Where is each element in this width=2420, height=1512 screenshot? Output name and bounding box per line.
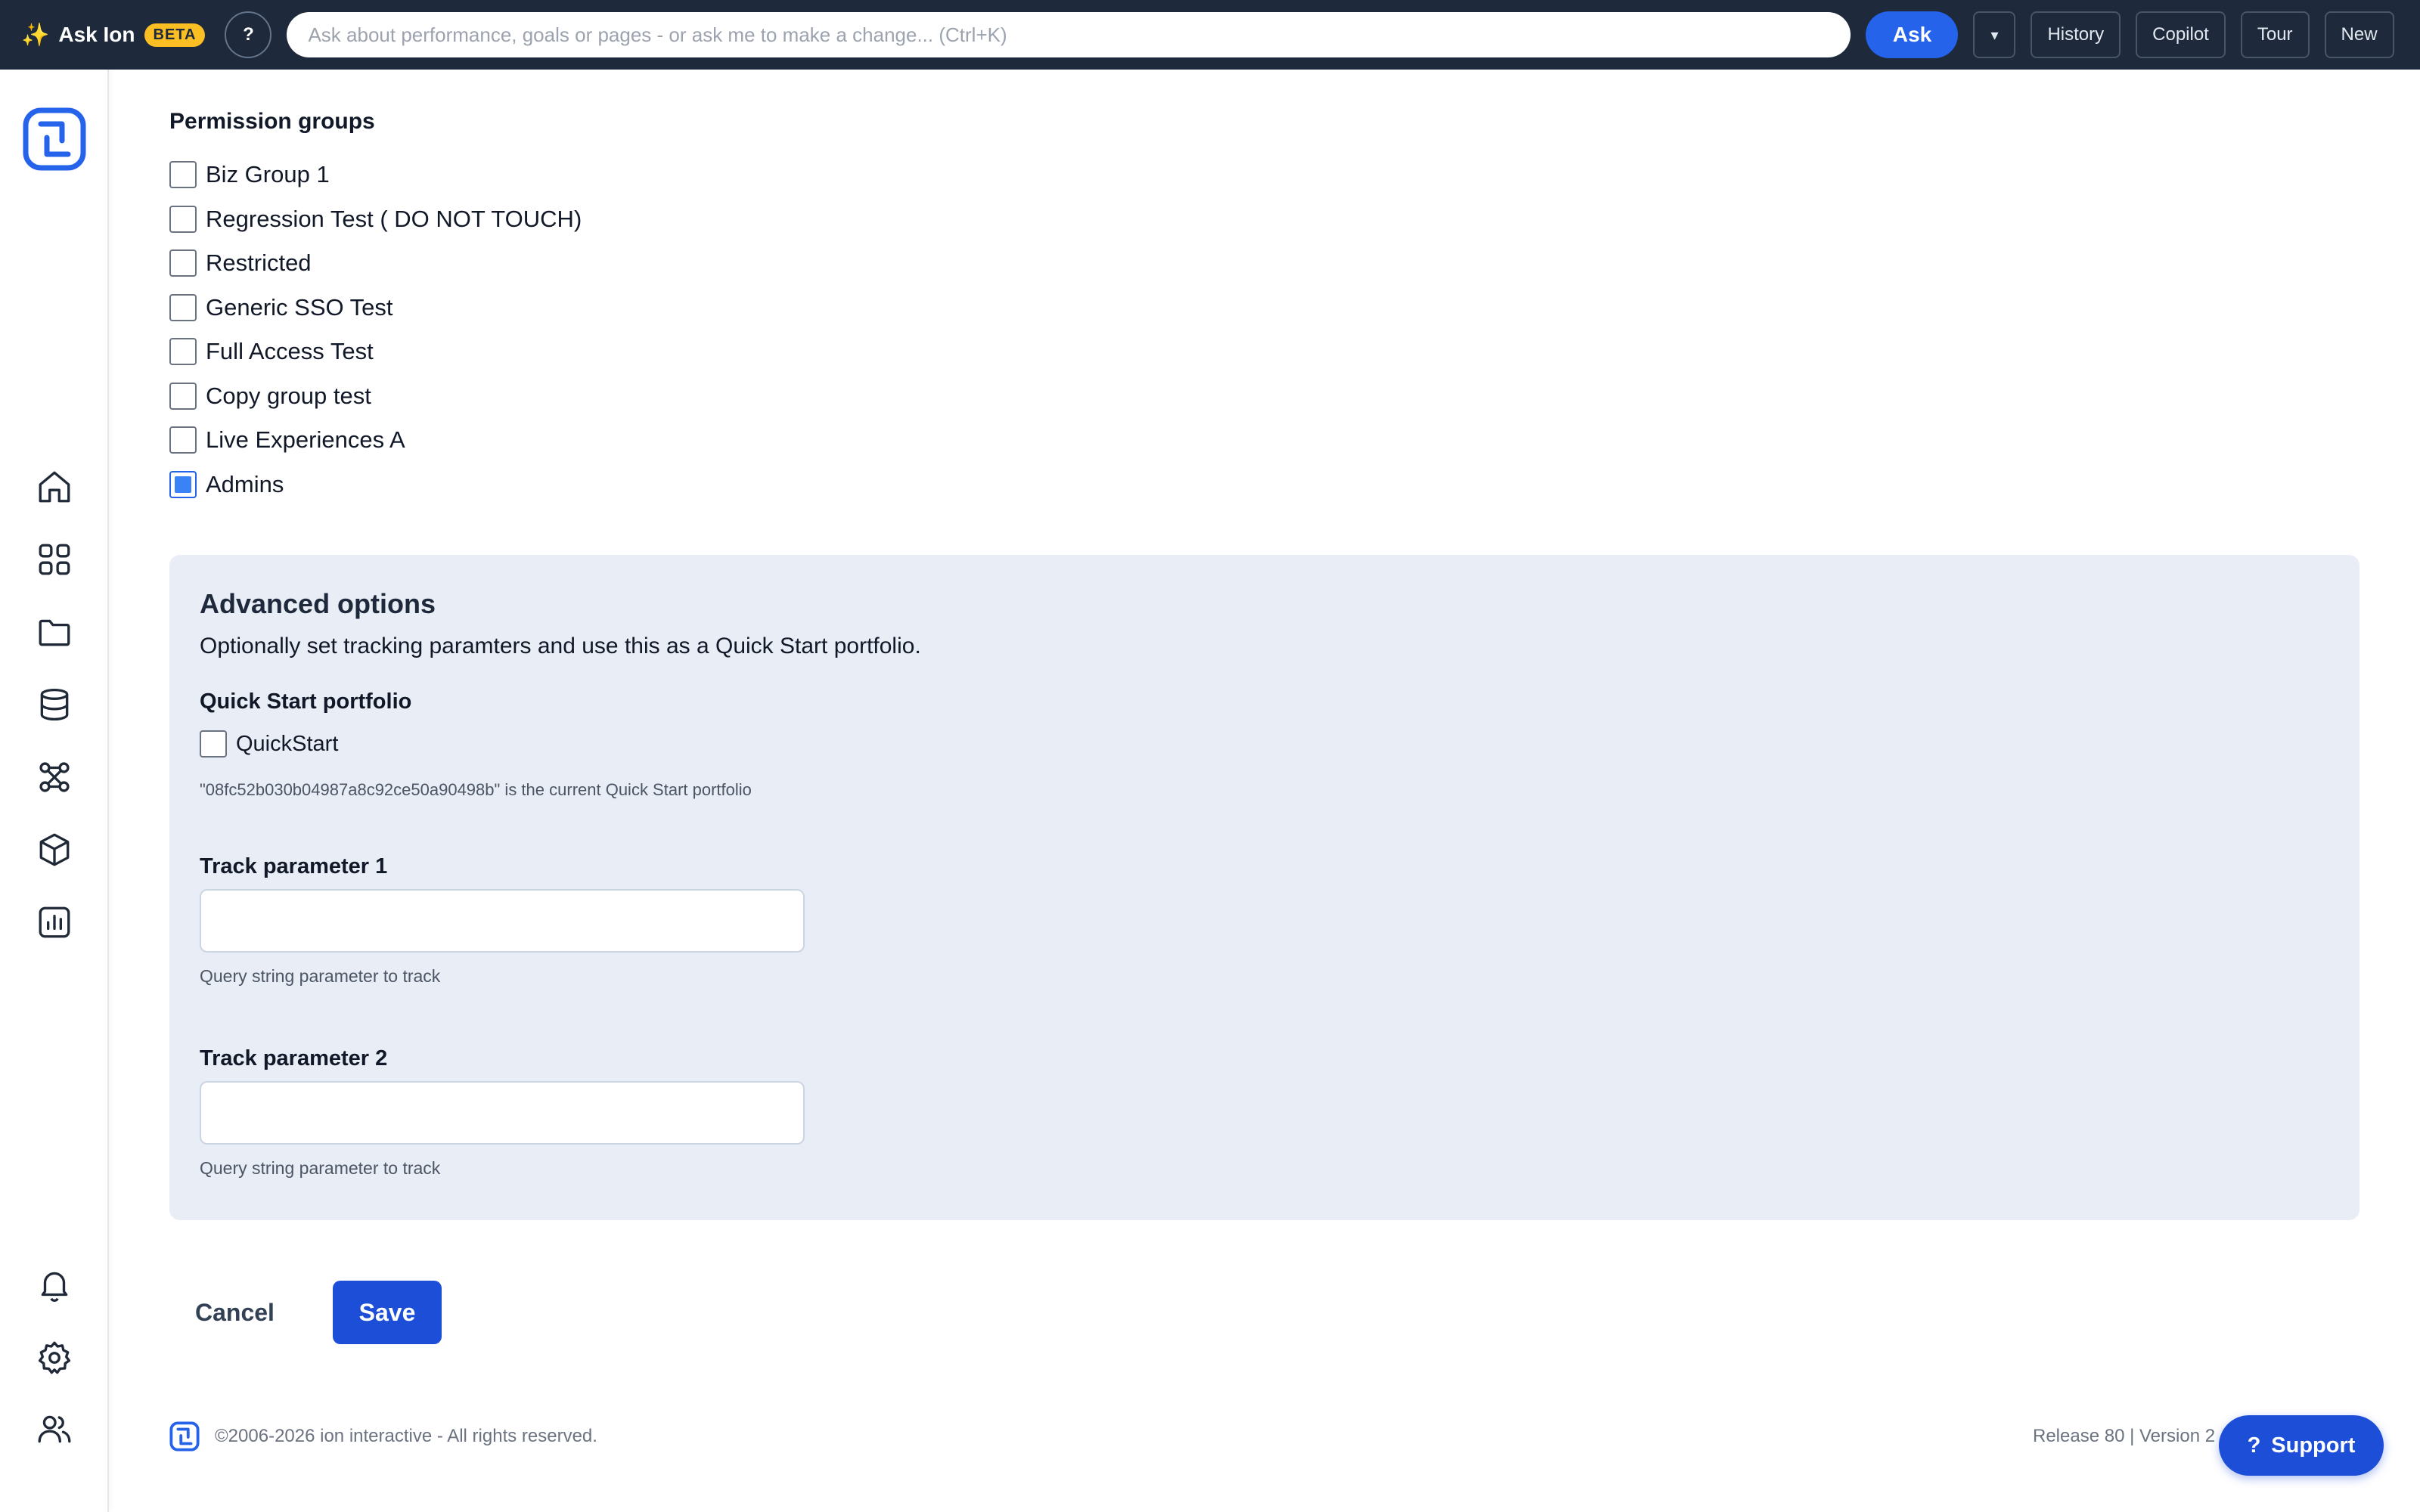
advanced-options-title: Advanced options bbox=[200, 588, 436, 619]
question-icon: ? bbox=[2247, 1433, 2261, 1458]
quickstart-section-label: Quick Start portfolio bbox=[200, 689, 412, 714]
help-button[interactable]: ? bbox=[225, 11, 272, 58]
permission-group-label: Full Access Test bbox=[206, 338, 374, 365]
support-label: Support bbox=[2271, 1433, 2356, 1458]
ask-dropdown-button[interactable]: ▾ bbox=[1973, 11, 2016, 58]
checkbox[interactable] bbox=[169, 338, 197, 366]
permission-group-label: Copy group test bbox=[206, 382, 371, 409]
gear-icon[interactable] bbox=[33, 1337, 76, 1379]
save-button[interactable]: Save bbox=[333, 1281, 442, 1344]
cube-icon[interactable] bbox=[33, 829, 76, 871]
permission-group-label: Generic SSO Test bbox=[206, 293, 393, 321]
brand-label: Ask Ion bbox=[58, 23, 135, 46]
track-parameter-2-label: Track parameter 2 bbox=[200, 1046, 388, 1070]
ask-button[interactable]: Ask bbox=[1866, 11, 1959, 58]
footer-release-info: Release 80 | Version 2 bbox=[2033, 1426, 2214, 1446]
home-icon[interactable] bbox=[33, 466, 76, 508]
permission-group-item[interactable]: Generic SSO Test bbox=[169, 286, 582, 330]
ask-ion-brand[interactable]: ✨ Ask Ion BETA bbox=[21, 22, 206, 48]
database-icon[interactable] bbox=[33, 683, 76, 726]
checkbox[interactable] bbox=[169, 293, 197, 321]
permission-group-item[interactable]: Copy group test bbox=[169, 374, 582, 419]
track-parameter-1-help: Query string parameter to track bbox=[200, 966, 441, 986]
checkbox[interactable] bbox=[169, 382, 197, 410]
checkbox-checked[interactable] bbox=[169, 470, 197, 498]
checkbox[interactable] bbox=[169, 205, 197, 233]
checkbox[interactable] bbox=[169, 426, 197, 454]
quickstart-checkbox-label: QuickStart bbox=[236, 731, 339, 756]
track-parameter-1-input[interactable] bbox=[200, 889, 805, 953]
permission-group-item[interactable]: Admins bbox=[169, 463, 582, 507]
checkbox[interactable] bbox=[169, 161, 197, 189]
footer-copyright: ©2006-2026 ion interactive - All rights … bbox=[215, 1426, 597, 1446]
quickstart-option[interactable]: QuickStart bbox=[200, 730, 338, 758]
users-icon[interactable] bbox=[33, 1408, 76, 1450]
logo-icon[interactable] bbox=[23, 107, 86, 171]
track-parameter-1-label: Track parameter 1 bbox=[200, 854, 388, 878]
checkbox[interactable] bbox=[169, 249, 197, 277]
permission-group-label: Restricted bbox=[206, 249, 312, 277]
history-button[interactable]: History bbox=[2031, 11, 2121, 58]
analytics-icon[interactable] bbox=[33, 901, 76, 943]
beta-badge: BETA bbox=[144, 23, 206, 47]
support-button[interactable]: ? Support bbox=[2219, 1415, 2384, 1476]
permission-group-item[interactable]: Full Access Test bbox=[169, 330, 582, 374]
folder-icon[interactable] bbox=[33, 611, 76, 653]
permission-groups-title: Permission groups bbox=[169, 109, 375, 134]
ask-ion-bar: ✨ Ask Ion BETA ? Ask ▾ History Copilot T… bbox=[0, 0, 2420, 70]
advanced-options-description: Optionally set tracking paramters and us… bbox=[200, 634, 921, 658]
copilot-button[interactable]: Copilot bbox=[2136, 11, 2226, 58]
advanced-options-panel: Advanced options Optionally set tracking… bbox=[169, 555, 2360, 1220]
permission-group-item[interactable]: Regression Test ( DO NOT TOUCH) bbox=[169, 197, 582, 242]
new-button[interactable]: New bbox=[2324, 11, 2394, 58]
permission-groups-list: Biz Group 1 Regression Test ( DO NOT TOU… bbox=[169, 153, 582, 507]
permission-group-label: Live Experiences A bbox=[206, 426, 405, 454]
sidebar bbox=[0, 70, 109, 1512]
permission-group-item[interactable]: Biz Group 1 bbox=[169, 153, 582, 197]
tour-button[interactable]: Tour bbox=[2240, 11, 2310, 58]
track-parameter-2-help: Query string parameter to track bbox=[200, 1158, 441, 1178]
permission-group-item[interactable]: Restricted bbox=[169, 241, 582, 286]
apps-grid-icon[interactable] bbox=[33, 538, 76, 581]
permission-group-label: Regression Test ( DO NOT TOUCH) bbox=[206, 205, 582, 232]
ask-input[interactable] bbox=[287, 12, 1851, 57]
permission-group-label: Biz Group 1 bbox=[206, 161, 330, 188]
permission-group-item[interactable]: Live Experiences A bbox=[169, 418, 582, 463]
track-parameter-2-input[interactable] bbox=[200, 1081, 805, 1145]
quickstart-current-note: "08fc52b030b04987a8c92ce50a90498b" is th… bbox=[200, 780, 752, 799]
permission-group-label: Admins bbox=[206, 470, 284, 497]
quickstart-checkbox[interactable] bbox=[200, 730, 227, 758]
sparkle-icon: ✨ bbox=[21, 22, 50, 48]
bell-icon[interactable] bbox=[33, 1264, 76, 1306]
integrations-icon[interactable] bbox=[33, 756, 76, 798]
cancel-button[interactable]: Cancel bbox=[186, 1281, 284, 1344]
footer-logo-icon bbox=[169, 1421, 200, 1452]
